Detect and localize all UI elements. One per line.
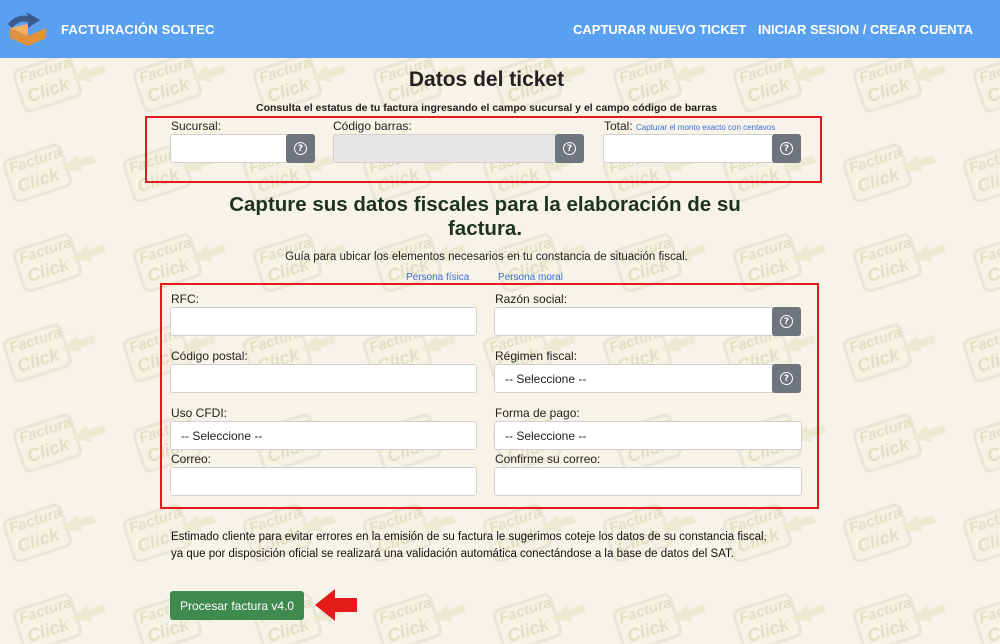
brand-title[interactable]: FACTURACIÓN SOLTEC	[61, 22, 215, 37]
question-circle-icon: ?	[294, 142, 307, 155]
navbar: FACTURACIÓN SOLTEC CAPTURAR NUEVO TICKET…	[0, 0, 1000, 58]
regimen-fiscal-help-button[interactable]: ?	[772, 364, 801, 393]
codigo-barras-help-button[interactable]: ?	[555, 134, 584, 163]
total-label: Total:	[604, 119, 633, 133]
razon-social-input[interactable]	[494, 307, 776, 336]
uso-cfdi-label: Uso CFDI:	[171, 406, 228, 420]
sucursal-label: Sucursal:	[171, 119, 222, 133]
fiscal-section-title: Capture sus datos fiscales para la elabo…	[229, 193, 741, 240]
regimen-fiscal-select[interactable]: -- Seleccione --	[494, 364, 776, 393]
total-hint: Capturar el monto exacto con centavos	[636, 123, 776, 132]
sucursal-help-button[interactable]: ?	[286, 134, 315, 163]
confirmar-correo-label: Confirme su correo:	[495, 452, 601, 466]
rfc-input[interactable]	[170, 307, 477, 336]
regimen-fiscal-label: Régimen fiscal:	[495, 349, 578, 363]
uso-cfdi-select[interactable]: -- Seleccione --	[170, 421, 477, 450]
total-help-button[interactable]: ?	[772, 134, 801, 163]
correo-label: Correo:	[171, 452, 212, 466]
question-circle-icon: ?	[780, 315, 793, 328]
ticket-section-title: Datos del ticket	[408, 68, 565, 91]
codigo-postal-input[interactable]	[170, 364, 477, 393]
codigo-postal-label: Código postal:	[171, 349, 248, 363]
rfc-label: RFC:	[171, 292, 199, 306]
notice-line-1: Estimado cliente para evitar errores en …	[171, 531, 767, 543]
question-circle-icon: ?	[780, 142, 793, 155]
codigo-barras-label: Código barras:	[333, 119, 412, 133]
notice-line-2: ya que por disposición oficial se realiz…	[171, 548, 734, 560]
confirmar-correo-input[interactable]	[494, 467, 802, 496]
razon-social-help-button[interactable]: ?	[772, 307, 801, 336]
red-arrow-left-icon	[315, 589, 357, 621]
procesar-factura-button[interactable]: Procesar factura v4.0	[170, 591, 304, 620]
ticket-section-subtitle: Consulta el estatus de tu factura ingres…	[256, 102, 717, 114]
razon-social-label: Razón social:	[495, 292, 568, 306]
capture-new-ticket-link[interactable]: CAPTURAR NUEVO TICKET	[573, 22, 746, 37]
main-content: Datos del ticket Consulta el estatus de …	[0, 0, 1000, 644]
validation-notice: Estimado cliente para evitar errores en …	[171, 529, 821, 563]
codigo-barras-input[interactable]	[333, 134, 561, 163]
soltec-logo-icon	[8, 12, 46, 46]
question-circle-icon: ?	[780, 372, 793, 385]
forma-pago-label: Forma de pago:	[495, 406, 580, 420]
fiscal-guide-text: Guía para ubicar los elementos necesario…	[285, 251, 688, 263]
correo-input[interactable]	[170, 467, 477, 496]
total-input[interactable]	[603, 134, 779, 163]
sucursal-input[interactable]	[170, 134, 290, 163]
question-circle-icon: ?	[563, 142, 576, 155]
forma-pago-select[interactable]: -- Seleccione --	[494, 421, 802, 450]
persona-moral-link[interactable]: Persona moral	[498, 272, 563, 283]
login-register-link[interactable]: INICIAR SESION / CREAR CUENTA	[758, 22, 973, 37]
persona-fisica-link[interactable]: Persona física	[406, 272, 469, 283]
